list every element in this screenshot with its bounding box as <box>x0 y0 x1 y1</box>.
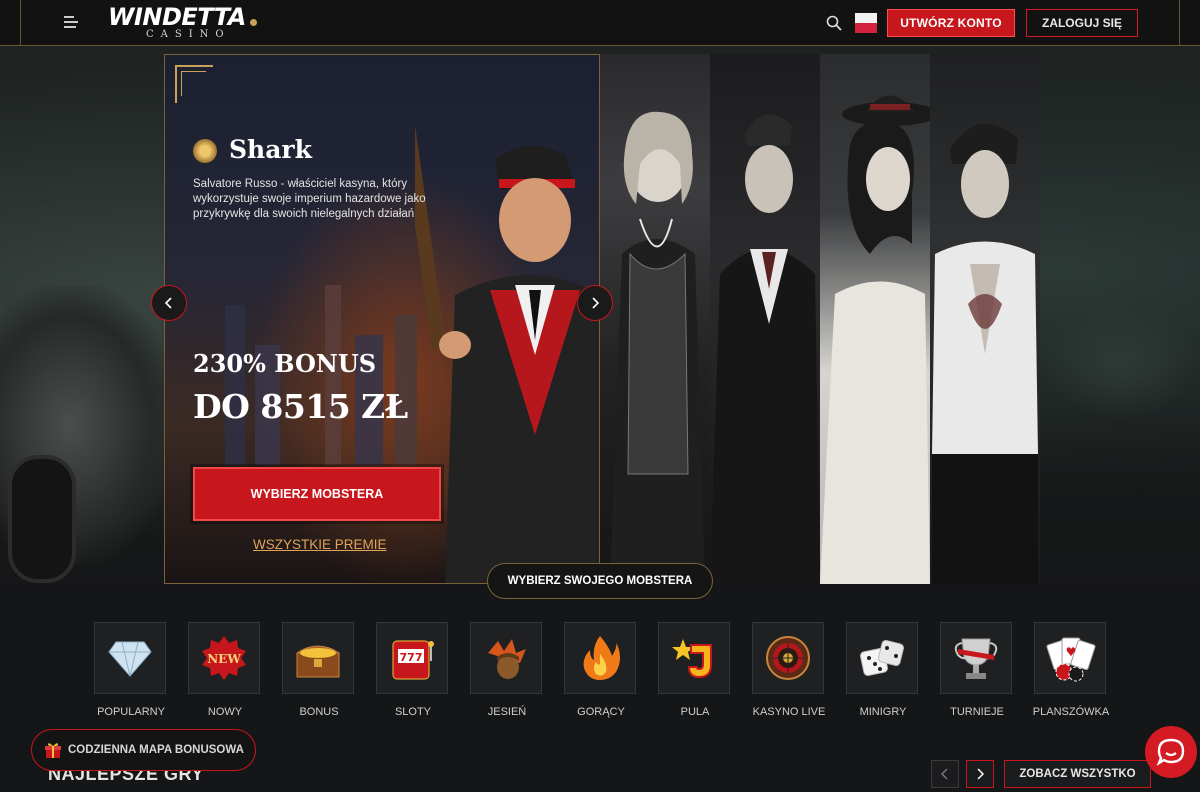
gentleman-figure-illustration <box>710 114 820 584</box>
category-tile <box>94 622 166 694</box>
category-tile <box>282 622 354 694</box>
login-button[interactable]: ZALOGUJ SIĘ <box>1026 9 1138 37</box>
chat-bubble-icon <box>1156 738 1185 766</box>
daily-bonus-map-button[interactable]: CODZIENNA MAPA BONUSOWA <box>31 729 256 771</box>
category-tile: NEW <box>188 622 260 694</box>
category-slots[interactable]: 777 SLOTY <box>376 622 450 718</box>
roulette-icon <box>766 636 810 680</box>
promo-card-shark: Shark Salvatore Russo - właściciel kasyn… <box>164 54 600 584</box>
tattooed-figure-illustration <box>932 123 1038 584</box>
category-tile <box>846 622 918 694</box>
category-board-games[interactable]: ♥ PLANSZÓWKA <box>1033 622 1109 718</box>
logo-subtext: CASINO <box>146 29 231 40</box>
cards-icon: ♥ <box>1046 637 1096 682</box>
search-icon[interactable] <box>826 15 842 31</box>
windetta-logo[interactable]: WINDETTA CASINO <box>108 4 258 42</box>
lady-figure-illustration <box>820 95 930 584</box>
category-new[interactable]: NEW NOWY <box>188 622 262 718</box>
category-tile: ♥ <box>1034 622 1106 694</box>
logo-text: WINDETTA <box>108 3 246 31</box>
treasure-chest-icon <box>296 645 340 678</box>
category-jackpot[interactable]: PULA <box>658 622 732 718</box>
shark-emblem-icon <box>193 139 217 163</box>
category-tile: 777 <box>376 622 448 694</box>
diamond-icon <box>108 641 152 677</box>
create-account-button[interactable]: UTWÓRZ KONTO <box>887 9 1015 37</box>
logo-dot <box>250 19 257 26</box>
games-prev-button[interactable] <box>931 760 959 788</box>
mobster-card-flapper[interactable] <box>600 54 710 584</box>
category-tournaments[interactable]: TURNIEJE <box>940 622 1014 718</box>
mobster-card-gentleman[interactable] <box>710 54 820 584</box>
hamburger-menu-icon[interactable] <box>64 16 80 28</box>
fire-icon <box>583 636 620 680</box>
live-chat-button[interactable] <box>1145 726 1197 778</box>
category-label: PLANSZÓWKA <box>1032 706 1110 718</box>
svg-text:777: 777 <box>400 651 423 664</box>
chevron-left-icon <box>941 768 948 780</box>
gift-icon <box>45 743 61 758</box>
mobster-card-tattooed[interactable] <box>930 54 1040 584</box>
mobster-name: Shark <box>229 135 312 164</box>
mobster-description: Salvatore Russo - właściciel kasyna, któ… <box>193 178 426 220</box>
mobster-card-lady[interactable] <box>820 54 930 584</box>
bonus-amount: DO 8515 ZŁ <box>193 387 408 426</box>
category-tile <box>658 622 730 694</box>
category-tile <box>752 622 824 694</box>
category-minigames[interactable]: MINIGRY <box>846 622 920 718</box>
carousel-prev-button[interactable] <box>151 285 187 321</box>
chevron-right-icon <box>592 297 600 309</box>
car-wheel-illustration <box>8 455 76 583</box>
flapper-figure-illustration <box>610 111 705 584</box>
chevron-left-icon <box>164 297 172 309</box>
background-car-illustration <box>1040 300 1200 420</box>
category-bonus[interactable]: BONUS <box>282 622 356 718</box>
art-deco-corner-ornament-inner <box>181 71 206 96</box>
category-autumn[interactable]: JESIEŃ <box>470 622 544 718</box>
chevron-right-icon <box>977 768 984 780</box>
trophy-icon <box>954 638 998 679</box>
bonus-percent: 230% BONUS <box>193 349 377 378</box>
new-badge-icon: NEW <box>202 636 246 680</box>
svg-text:NEW: NEW <box>207 652 241 666</box>
category-hot[interactable]: GORĄCY <box>564 622 638 718</box>
category-tile <box>564 622 636 694</box>
svg-text:♥: ♥ <box>1066 645 1077 659</box>
choose-mobster-button[interactable]: WYBIERZ MOBSTERA <box>193 467 441 521</box>
carousel-next-button[interactable] <box>577 285 613 321</box>
top-header: WINDETTA CASINO UTWÓRZ KONTO ZALOGUJ SIĘ <box>0 0 1200 46</box>
category-popular[interactable]: POPULARNY <box>94 622 168 718</box>
bonus-map-label: CODZIENNA MAPA BONUSOWA <box>68 744 244 756</box>
autumn-leaves-icon <box>488 639 526 679</box>
category-tile <box>940 622 1012 694</box>
dice-icon <box>860 640 904 676</box>
choose-your-mobster-button[interactable]: WYBIERZ SWOJEGO MOBSTERA <box>487 563 713 599</box>
category-live-casino[interactable]: KASYNO LIVE <box>752 622 826 718</box>
jackpot-icon <box>672 639 712 679</box>
category-tile <box>470 622 542 694</box>
language-flag-pl-icon[interactable] <box>855 13 877 33</box>
see-all-button[interactable]: ZOBACZ WSZYSTKO <box>1004 760 1151 788</box>
all-bonuses-link[interactable]: WSZYSTKIE PREMIE <box>253 537 387 552</box>
slot-machine-icon: 777 <box>392 640 434 680</box>
games-next-button[interactable] <box>966 760 994 788</box>
